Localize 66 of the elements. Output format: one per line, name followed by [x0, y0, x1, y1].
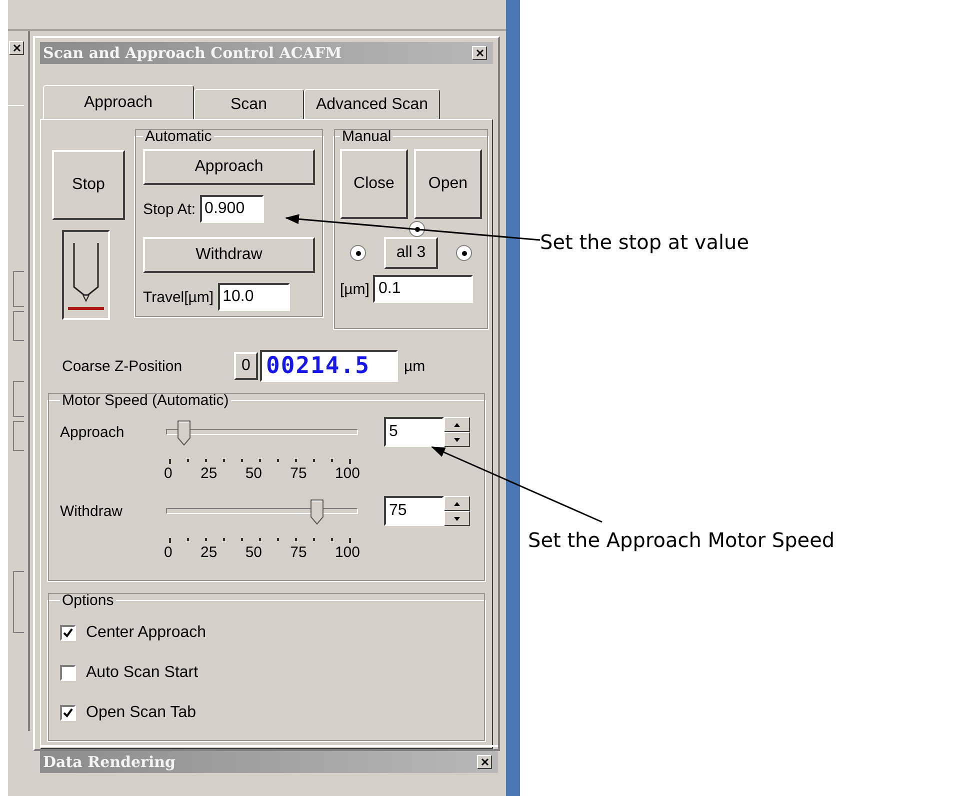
- input-field[interactable]: 5: [384, 417, 444, 447]
- spin-up-button[interactable]: [444, 417, 470, 432]
- checkbox-label: Open Scan Tab: [86, 704, 196, 722]
- input-field[interactable]: 0.1: [373, 275, 474, 303]
- withdraw-button[interactable]: Withdraw: [143, 237, 315, 273]
- scale-label: 75: [290, 544, 307, 561]
- scale-label: 50: [245, 544, 262, 561]
- scale-label: 100: [334, 544, 360, 561]
- scale-label: 100: [334, 465, 360, 482]
- radio-button[interactable]: [350, 245, 366, 261]
- radio-button[interactable]: [409, 221, 425, 237]
- field-label: Stop At:: [143, 200, 196, 218]
- slider-label: Approach: [60, 424, 126, 440]
- close-icon: [480, 758, 488, 766]
- all-button[interactable]: all 3: [384, 237, 438, 269]
- scale-label: 25: [200, 544, 218, 561]
- unit-label: µm: [404, 358, 426, 374]
- input-field[interactable]: 75: [384, 496, 444, 526]
- position-display: 00214.5: [260, 350, 398, 382]
- tab[interactable]: Approach: [43, 85, 194, 119]
- checkbox[interactable]: [60, 665, 76, 681]
- close-icon: [12, 44, 20, 52]
- motor-button[interactable]: Close: [340, 149, 408, 219]
- group-label: Manual: [341, 128, 392, 145]
- group-label: Motor Speed (Automatic): [61, 392, 230, 409]
- close-icon: [476, 49, 484, 57]
- window-title: Scan and Approach Control ACAFM: [43, 44, 342, 62]
- spin-down-button[interactable]: [444, 511, 470, 526]
- down-arrow-icon: [454, 516, 460, 520]
- stop-button[interactable]: Stop: [52, 150, 125, 220]
- checkbox[interactable]: [60, 705, 76, 721]
- group-label: Automatic: [144, 128, 213, 145]
- scale-label: 0: [164, 544, 172, 561]
- scale-label: 75: [290, 465, 307, 482]
- close-button[interactable]: [472, 46, 487, 60]
- close-button[interactable]: [9, 41, 24, 55]
- window-title: Data Rendering: [43, 753, 176, 771]
- tab[interactable]: Advanced Scan: [304, 89, 440, 119]
- group-label: Options: [61, 592, 115, 609]
- scale-label: 25: [200, 465, 218, 482]
- slider-label: Withdraw: [60, 502, 124, 520]
- approach-button[interactable]: Approach: [143, 149, 315, 185]
- motor-button[interactable]: Open: [414, 149, 482, 219]
- checkbox[interactable]: [60, 625, 76, 641]
- checkbox-label: Center Approach: [86, 624, 206, 642]
- radio-button[interactable]: [456, 245, 472, 261]
- close-button[interactable]: [477, 755, 492, 769]
- spin-down-button[interactable]: [444, 432, 470, 447]
- down-arrow-icon: [454, 438, 460, 442]
- input-field[interactable]: 0.900: [200, 195, 264, 223]
- scale-label: 0: [164, 465, 172, 482]
- input-field[interactable]: 10.0: [218, 283, 290, 311]
- up-arrow-icon: [454, 502, 460, 506]
- slider-thumb[interactable]: [176, 420, 190, 446]
- field-label: Coarse Z-Position: [62, 358, 184, 374]
- slider-thumb[interactable]: [310, 499, 324, 525]
- zero-button[interactable]: 0: [234, 352, 258, 380]
- scale-label: 50: [245, 465, 262, 482]
- up-arrow-icon: [454, 422, 460, 426]
- field-label: [µm]: [340, 280, 370, 298]
- checkbox-label: Auto Scan Start: [86, 664, 198, 682]
- spin-up-button[interactable]: [444, 496, 470, 511]
- check-icon: [62, 627, 74, 639]
- check-icon: [62, 707, 74, 719]
- field-label: Travel[µm]: [143, 288, 214, 306]
- tab[interactable]: Scan: [194, 89, 304, 119]
